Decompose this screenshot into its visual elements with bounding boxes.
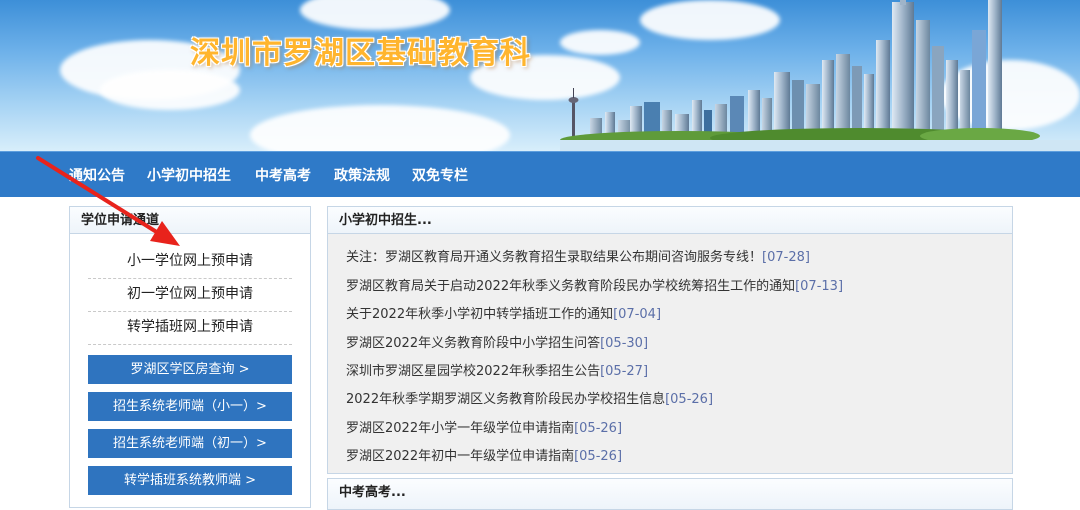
news-item[interactable]: 罗湖区教育局关于启动2022年秋季义务教育阶段民办学校统筹招生工作的通知[07-…: [346, 275, 843, 294]
nav-item-enrollment[interactable]: 小学初中招生: [147, 165, 231, 185]
transfer-preapply-link[interactable]: 转学插班网上预申请: [88, 311, 292, 345]
news-title[interactable]: 罗湖区2022年小学一年级学位申请指南: [346, 421, 574, 436]
news-title[interactable]: 罗湖区2022年义务教育阶段中小学招生问答: [346, 336, 600, 351]
news-date: [05-26]: [574, 421, 623, 436]
news-title[interactable]: 罗湖区2022年初中一年级学位申请指南: [346, 449, 574, 464]
nav-item-double-free[interactable]: 双免专栏: [412, 165, 468, 185]
grade7-preapply-link[interactable]: 初一学位网上预申请: [88, 278, 292, 312]
news-item[interactable]: 关于2022年秋季小学初中转学插班工作的通知[07-04]: [346, 303, 661, 322]
news-date: [07-13]: [795, 279, 844, 294]
news-date: [05-26]: [665, 392, 714, 407]
cloud-decoration: [300, 0, 450, 30]
city-skyline-illustration: [560, 0, 1080, 151]
nav-item-exams[interactable]: 中考高考: [255, 165, 311, 185]
news-title[interactable]: 罗湖区教育局关于启动2022年秋季义务教育阶段民办学校统筹招生工作的通知: [346, 279, 795, 294]
main-nav: 通知公告 小学初中招生 中考高考 政策法规 双免专栏: [0, 151, 1080, 197]
grade1-preapply-link[interactable]: 小一学位网上预申请: [88, 245, 292, 279]
transfer-teacher-system-button[interactable]: 转学插班系统教师端 >: [88, 466, 292, 495]
application-channel-panel: 学位申请通道 小一学位网上预申请 初一学位网上预申请 转学插班网上预申请 罗湖区…: [69, 206, 311, 508]
site-title: 深圳市罗湖区基础教育科: [190, 36, 531, 71]
news-title[interactable]: 深圳市罗湖区星园学校2022年秋季招生公告: [346, 364, 600, 379]
news-date: [05-27]: [600, 364, 649, 379]
news-item[interactable]: 2022年秋季学期罗湖区义务教育阶段民办学校招生信息[05-26]: [346, 388, 713, 407]
exams-news-panel: 中考高考...: [327, 478, 1013, 510]
news-item[interactable]: 深圳市罗湖区星园学校2022年秋季招生公告[05-27]: [346, 360, 648, 379]
news-item[interactable]: 罗湖区2022年小学一年级学位申请指南[05-26]: [346, 417, 622, 436]
panel-title: 学位申请通道: [70, 207, 310, 234]
news-item[interactable]: 关注：罗湖区教育局开通义务教育招生录取结果公布期间咨询服务专线！[07-28]: [346, 246, 810, 265]
teacher-system-grade7-button[interactable]: 招生系统老师端（初一）>: [88, 429, 292, 458]
panel-title[interactable]: 中考高考...: [328, 479, 1012, 505]
news-date: [07-28]: [762, 250, 810, 265]
nav-item-policies[interactable]: 政策法规: [334, 165, 390, 185]
news-date: [05-30]: [600, 336, 649, 351]
panel-title[interactable]: 小学初中招生...: [328, 207, 1012, 234]
cloud-decoration: [250, 105, 510, 151]
school-district-query-button[interactable]: 罗湖区学区房查询 >: [88, 355, 292, 384]
cloud-decoration: [100, 70, 240, 110]
header-banner: 深圳市罗湖区基础教育科: [0, 0, 1080, 151]
news-date: [05-26]: [574, 449, 623, 464]
news-title[interactable]: 关于2022年秋季小学初中转学插班工作的通知: [346, 307, 613, 322]
news-item[interactable]: 罗湖区2022年初中一年级学位申请指南[05-26]: [346, 445, 622, 464]
news-item[interactable]: 罗湖区2022年义务教育阶段中小学招生问答[05-30]: [346, 332, 648, 351]
news-title[interactable]: 关注：罗湖区教育局开通义务教育招生录取结果公布期间咨询服务专线！: [346, 250, 762, 265]
teacher-system-grade1-button[interactable]: 招生系统老师端（小一）>: [88, 392, 292, 421]
enrollment-news-panel: 小学初中招生... 关注：罗湖区教育局开通义务教育招生录取结果公布期间咨询服务专…: [327, 206, 1013, 474]
news-title[interactable]: 2022年秋季学期罗湖区义务教育阶段民办学校招生信息: [346, 392, 665, 407]
news-date: [07-04]: [613, 307, 662, 322]
nav-item-notices[interactable]: 通知公告: [69, 165, 125, 185]
